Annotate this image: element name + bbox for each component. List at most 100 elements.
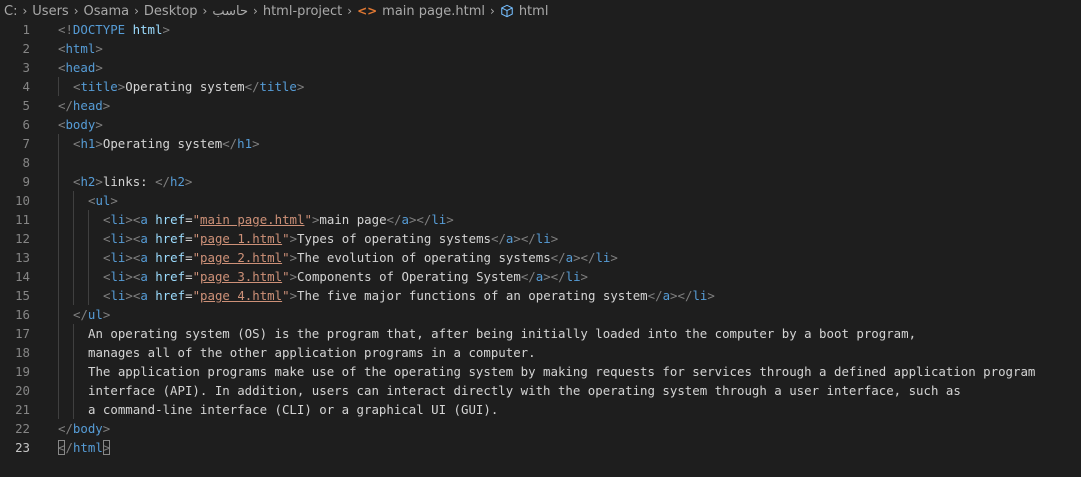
text-token: main page xyxy=(319,212,387,227)
bracket-token: </ xyxy=(491,231,506,246)
tag-token: body xyxy=(65,117,96,132)
text-token: = xyxy=(185,288,193,303)
bracket-token: </ xyxy=(647,288,663,303)
text-token: = xyxy=(185,231,193,246)
code-line[interactable]: 2 <html> xyxy=(0,39,1081,58)
attribute-token: href xyxy=(155,231,186,246)
indent-guide xyxy=(58,400,59,419)
code-line[interactable]: 19 The application programs make use of t… xyxy=(0,362,1081,381)
code-line[interactable]: 15 <li><a href="page 4.html">The five maj… xyxy=(0,286,1081,305)
code-text: <li><a href="page 1.html">Types of opera… xyxy=(103,229,558,248)
indent-guide xyxy=(73,343,74,362)
code-line[interactable]: 9 <h2>links: </h2> xyxy=(0,172,1081,191)
code-line[interactable]: 22 </body> xyxy=(0,419,1081,438)
tag-token: DOCTYPE xyxy=(72,22,126,37)
code-line[interactable]: 13 <li><a href="page 2.html">The evolutio… xyxy=(0,248,1081,267)
code-line[interactable]: 20 interface (API). In addition, users ca… xyxy=(0,381,1081,400)
code-line[interactable]: 7 <h1>Operating system</h1> xyxy=(0,134,1081,153)
text-token: The application programs make use of the… xyxy=(88,364,1036,379)
bracket-token: > xyxy=(162,22,170,37)
line-number: 12 xyxy=(15,231,30,246)
bracket-token: >< xyxy=(125,288,141,303)
matched-bracket-token: > xyxy=(102,440,111,455)
code-line[interactable]: 23 </html> xyxy=(0,438,1081,457)
code-text: The application programs make use of the… xyxy=(88,362,1035,381)
link-token[interactable]: main page.html xyxy=(200,212,304,227)
bracket-token: </ xyxy=(73,307,88,322)
html-file-icon: <> xyxy=(357,4,378,18)
line-number: 16 xyxy=(15,307,30,322)
line-number: 9 xyxy=(22,174,30,189)
string-token: " xyxy=(192,288,201,303)
string-token: " xyxy=(192,231,201,246)
breadcrumb-item[interactable]: Users xyxy=(32,4,68,19)
code-line[interactable]: 17 An operating system (OS) is the progra… xyxy=(0,324,1081,343)
code-line[interactable]: 5 </head> xyxy=(0,96,1081,115)
indent-guide xyxy=(58,210,59,229)
indent-guide xyxy=(73,324,74,343)
bracket-token: ></ xyxy=(543,269,566,284)
indent-guide xyxy=(88,286,89,305)
code-line[interactable]: 3 <head> xyxy=(0,58,1081,77)
string-token: " xyxy=(282,250,290,265)
chevron-right-icon: › xyxy=(202,4,208,18)
tag-token: html xyxy=(72,440,103,455)
code-line[interactable]: 1 <!DOCTYPE html> xyxy=(0,20,1081,39)
attribute-token: href xyxy=(155,212,186,227)
indent-guide xyxy=(58,286,59,305)
breadcrumb-item[interactable]: html xyxy=(519,4,549,19)
bracket-token: > xyxy=(95,174,103,189)
line-number: 21 xyxy=(15,402,30,417)
code-text: <li><a href="page 2.html">The evolution … xyxy=(103,248,618,267)
link-token[interactable]: page 3.html xyxy=(200,269,282,284)
breadcrumb-item[interactable]: C: xyxy=(4,4,17,19)
line-number: 18 xyxy=(15,345,30,360)
code-line[interactable]: 4 <title>Operating system</title> xyxy=(0,77,1081,96)
tag-token: li xyxy=(595,250,611,265)
text-token: Types of operating systems xyxy=(297,231,491,246)
breadcrumb-item[interactable]: html-project xyxy=(263,4,342,19)
tag-token: body xyxy=(72,421,103,436)
tag-token: li xyxy=(110,288,126,303)
text-token: Operating system xyxy=(102,136,223,151)
code-text: <!DOCTYPE html> xyxy=(58,20,170,39)
chevron-right-icon: › xyxy=(253,4,258,18)
bracket-token: ></ xyxy=(670,288,693,303)
link-token[interactable]: page 1.html xyxy=(200,231,282,246)
tag-token: head xyxy=(65,60,96,75)
code-line[interactable]: 21 a command-line interface (CLI) or a gr… xyxy=(0,400,1081,419)
indent-guide xyxy=(73,400,74,419)
breadcrumb-item[interactable]: Desktop xyxy=(144,4,198,19)
breadcrumb: C: › Users › Osama › Desktop › حاسب › html-project… xyxy=(0,0,1081,22)
bracket-token: > xyxy=(184,174,193,189)
code-editor[interactable]: 1 <!DOCTYPE html> 2 <html> 3 <head> 4 <title>Op… xyxy=(0,20,1081,477)
bracket-token: </ xyxy=(58,98,73,113)
text-token: links: xyxy=(102,174,156,189)
code-line[interactable]: 14 <li><a href="page 3.html">Components o… xyxy=(0,267,1081,286)
bracket-token: > xyxy=(550,231,559,246)
indent-guide xyxy=(73,381,74,400)
indent-guide xyxy=(88,267,89,286)
link-token[interactable]: page 4.html xyxy=(200,288,282,303)
breadcrumb-item[interactable]: main page.html xyxy=(382,4,485,19)
code-line[interactable]: 18 manages all of the other application p… xyxy=(0,343,1081,362)
bracket-token: > xyxy=(95,136,103,151)
code-line[interactable]: 10 <ul> xyxy=(0,191,1081,210)
text-token: = xyxy=(185,250,193,265)
indent-guide xyxy=(88,229,89,248)
code-line[interactable]: 8 xyxy=(0,153,1081,172)
text-token: The five major functions of an operating… xyxy=(297,288,648,303)
bracket-token: / xyxy=(65,440,73,455)
link-token[interactable]: page 2.html xyxy=(200,250,282,265)
code-line[interactable]: 12 <li><a href="page 1.html">Types of ope… xyxy=(0,229,1081,248)
code-text: <li><a href="page 3.html">Components of … xyxy=(103,267,588,286)
breadcrumb-item[interactable]: حاسب xyxy=(212,4,248,19)
line-number: 23 xyxy=(15,440,30,455)
line-number: 6 xyxy=(22,117,30,132)
indent-guide xyxy=(58,248,59,267)
breadcrumb-item[interactable]: Osama xyxy=(84,4,130,19)
line-number: 15 xyxy=(15,288,30,303)
code-line[interactable]: 16 </ul> xyxy=(0,305,1081,324)
code-line[interactable]: 6 <body> xyxy=(0,115,1081,134)
code-line[interactable]: 11 <li><a href="main page.html">main page… xyxy=(0,210,1081,229)
